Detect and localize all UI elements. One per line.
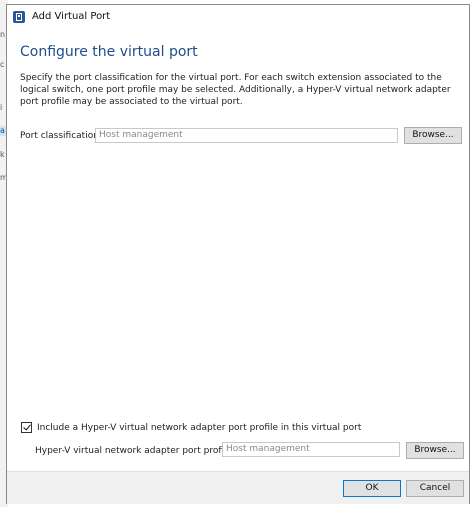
dialog-title: Add Virtual Port bbox=[32, 11, 111, 22]
title-bar[interactable]: Add Virtual Port bbox=[7, 5, 469, 29]
adapter-profile-label: Hyper-V virtual network adapter port pro… bbox=[35, 446, 236, 456]
include-profile-checkbox[interactable] bbox=[21, 422, 32, 433]
port-classification-label: Port classification: bbox=[20, 131, 102, 141]
include-profile-label[interactable]: Include a Hyper-V virtual network adapte… bbox=[37, 423, 361, 433]
dialog-footer: OK Cancel bbox=[7, 471, 469, 504]
cancel-button[interactable]: Cancel bbox=[406, 480, 464, 497]
adapter-profile-field[interactable]: Host management bbox=[222, 442, 400, 457]
adapter-profile-browse-button[interactable]: Browse... bbox=[406, 442, 464, 459]
add-virtual-port-dialog: Add Virtual Port Configure the virtual p… bbox=[6, 4, 470, 504]
ok-button[interactable]: OK bbox=[343, 480, 401, 497]
page-heading: Configure the virtual port bbox=[20, 44, 198, 60]
port-classification-field[interactable]: Host management bbox=[95, 128, 398, 143]
description-text: Specify the port classification for the … bbox=[20, 73, 451, 107]
app-window-icon bbox=[13, 11, 25, 23]
port-classification-browse-button[interactable]: Browse... bbox=[404, 127, 462, 144]
